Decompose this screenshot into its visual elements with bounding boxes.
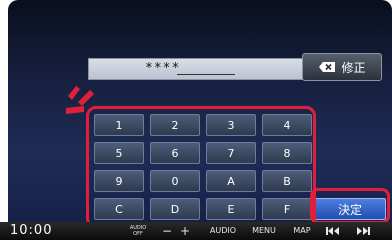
map-button[interactable]: MAP: [288, 224, 316, 238]
correct-button[interactable]: 修正: [302, 53, 382, 81]
backspace-icon: [319, 62, 336, 72]
clock: 10:00: [10, 223, 53, 238]
security-code-field: ****: [88, 58, 306, 80]
audio-button[interactable]: AUDIO: [206, 224, 240, 238]
next-track-button[interactable]: [352, 224, 374, 238]
navigation-screen: **** 修正 1 2 3 4 5 6 7 8 9 0 A B C D E F …: [0, 0, 392, 240]
keypad-highlight-frame: [86, 106, 316, 228]
audio-off-button[interactable]: AUDIO OFF: [130, 224, 146, 238]
prev-track-icon: [326, 227, 339, 235]
enter-highlight-frame: [310, 188, 390, 224]
next-track-icon: [357, 227, 370, 235]
correct-button-label: 修正: [341, 60, 366, 75]
volume-up-button[interactable]: +: [178, 224, 192, 238]
input-cursor-line: [177, 74, 235, 75]
menu-button[interactable]: MENU: [248, 224, 280, 238]
previous-track-button[interactable]: [322, 224, 344, 238]
volume-down-button[interactable]: −: [160, 224, 174, 238]
